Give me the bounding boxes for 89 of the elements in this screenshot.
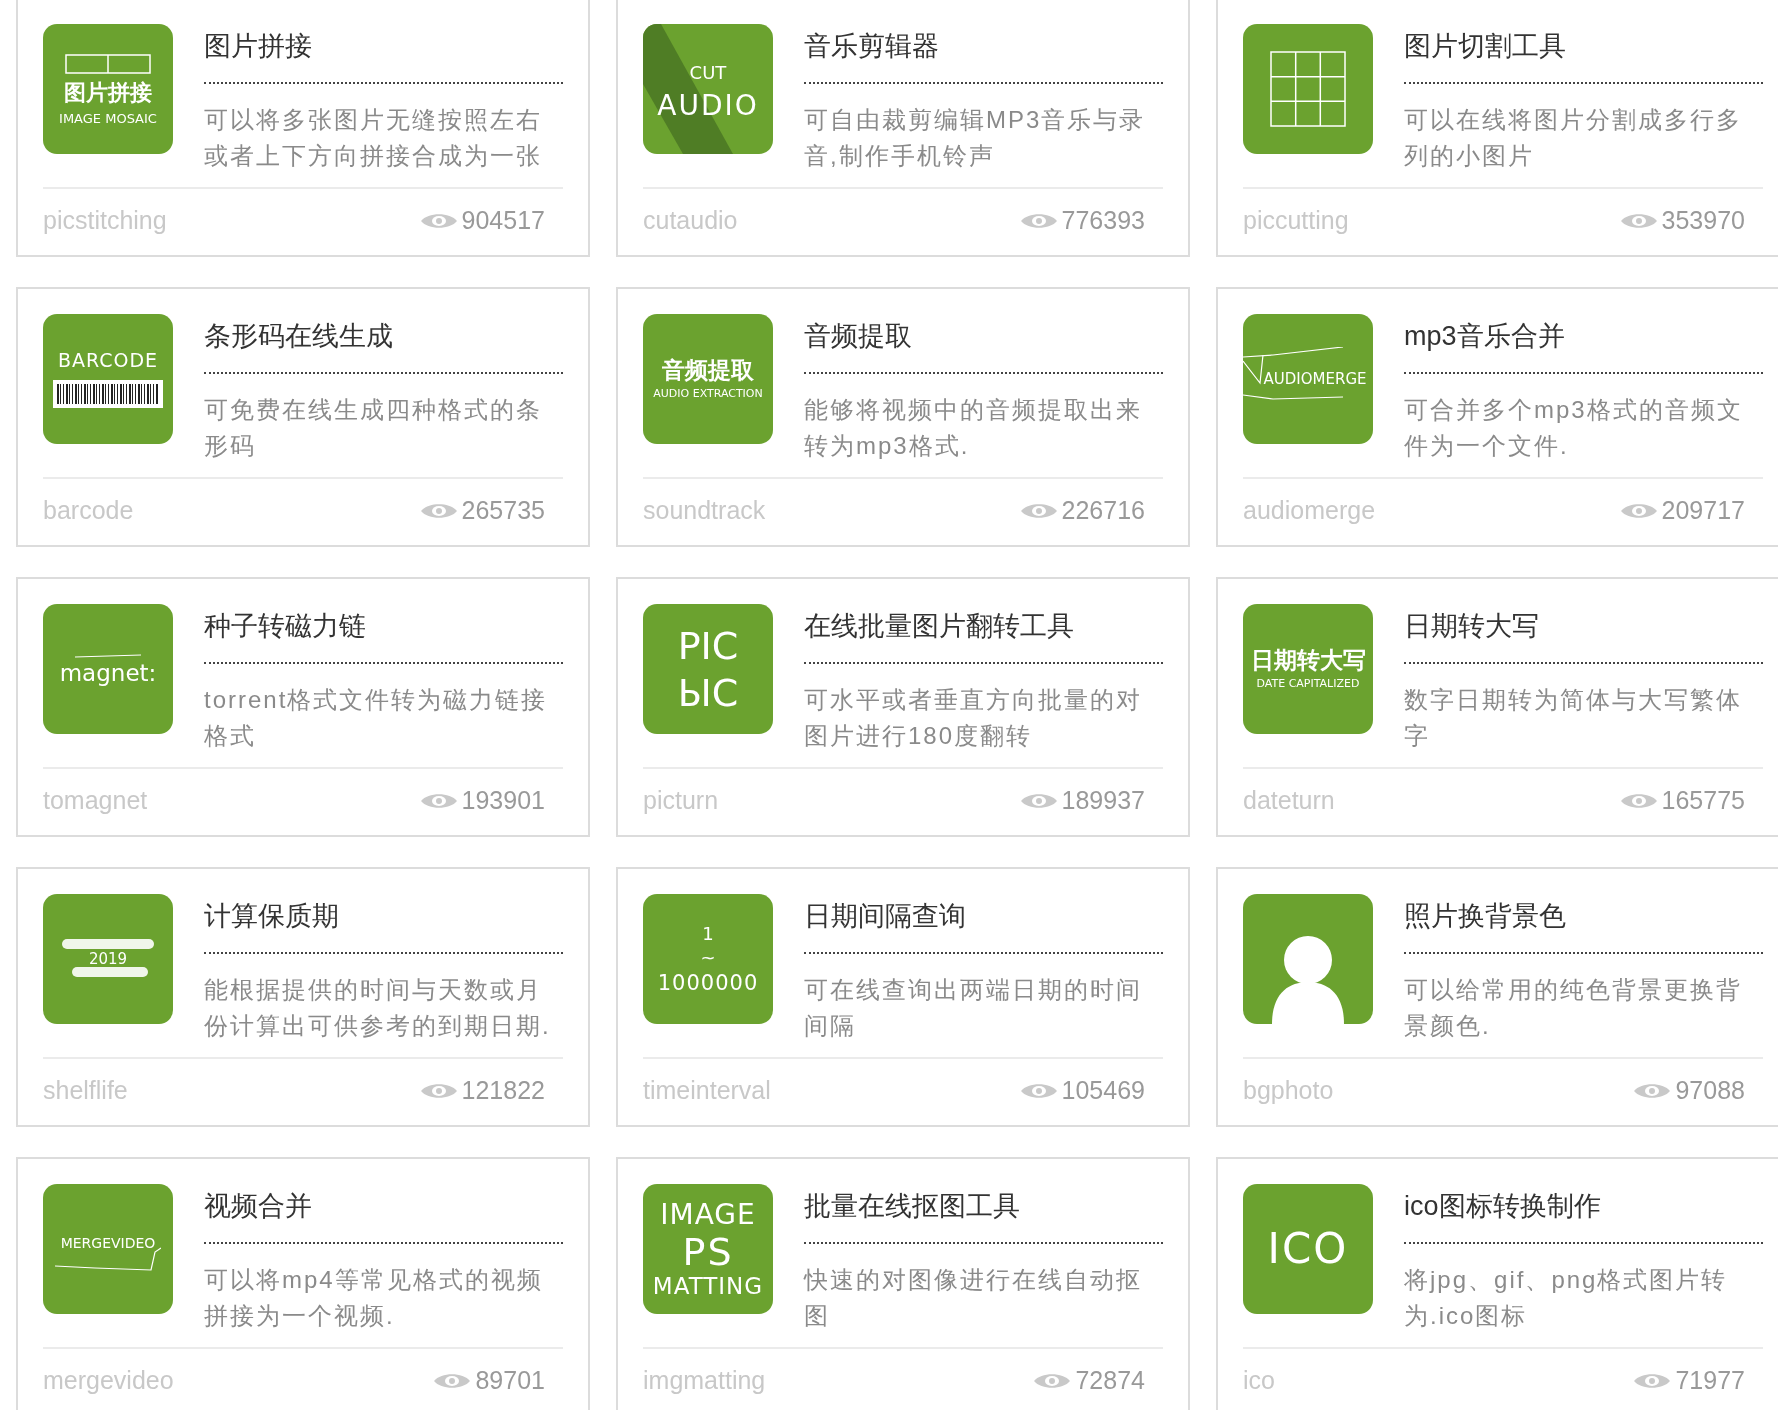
tool-description: 可自由裁剪编辑MP3音乐与录音,制作手机铃声 <box>804 105 1147 171</box>
tool-title[interactable]: 在线批量图片翻转工具 <box>804 604 1163 648</box>
eye-icon <box>1019 791 1058 811</box>
logo-text: 图片拼接 <box>64 81 152 104</box>
line-drawing <box>73 653 143 658</box>
person-icon <box>1272 934 1344 1024</box>
tool-title[interactable]: 音频提取 <box>804 314 1163 358</box>
logo-text: 2019 <box>88 952 128 967</box>
logo-text: 1 <box>702 924 714 943</box>
eye-icon <box>1633 1371 1672 1391</box>
tool-description: 可免费在线生成四种格式的条形码 <box>204 395 543 461</box>
tool-description: 可合并多个mp3格式的音频文件为一个文件. <box>1404 395 1744 461</box>
eye-icon <box>419 791 458 811</box>
tool-description: 可以将mp4等常见格式的视频拼接为一个视频. <box>204 1265 544 1331</box>
eye-icon <box>419 211 458 231</box>
logo-text: DATE CAPITALIZED <box>1256 678 1360 689</box>
eye-icon <box>419 501 458 521</box>
tool-description: 可在线查询出两端日期的时间间隔 <box>804 975 1143 1041</box>
logo-text: ICO <box>1267 1228 1349 1270</box>
view-count: 121822 <box>461 1075 545 1107</box>
eye-icon <box>419 1081 458 1101</box>
logo-text: 音频提取 <box>662 359 754 382</box>
tool-description: torrent格式文件转为磁力链接格式 <box>204 685 549 751</box>
view-count: 904517 <box>461 205 545 237</box>
eye-icon <box>1619 501 1658 521</box>
tool-title[interactable]: 日期间隔查询 <box>804 894 1163 938</box>
logo-text: CUT <box>689 64 727 82</box>
tool-title[interactable]: 种子转磁力链 <box>204 604 563 648</box>
tool-description: 能根据提供的时间与天数或月份计算出可供参考的到期日期. <box>204 975 552 1041</box>
logo-text: magnet: <box>59 661 157 685</box>
logo-text: AUDIOMERGE <box>1263 371 1367 387</box>
logo-text: MATTING <box>652 1274 764 1298</box>
tool-title[interactable]: 批量在线抠图工具 <box>804 1184 1163 1228</box>
tool-description: 能够将视频中的音频提取出来转为mp3格式. <box>804 395 1143 461</box>
eye-icon <box>1619 791 1658 811</box>
tool-description: 可以在线将图片分割成多行多列的小图片 <box>1404 105 1743 171</box>
logo-text: IMAGE <box>660 1200 756 1229</box>
eye-icon <box>1033 1371 1072 1391</box>
view-count: 209717 <box>1661 495 1745 527</box>
view-count: 71977 <box>1675 1365 1745 1397</box>
grid-icon <box>1270 51 1346 127</box>
view-count: 353970 <box>1661 205 1745 237</box>
tool-logo[interactable] <box>1243 24 1373 154</box>
logo-text: PS <box>682 1232 734 1271</box>
logo-text: BARCODE <box>57 350 159 370</box>
view-count: 776393 <box>1061 205 1145 237</box>
logo-text: AUDIO EXTRACTION <box>653 388 763 399</box>
logo-text: PIC <box>677 673 739 711</box>
logo-text: 1000000 <box>657 972 759 994</box>
view-count: 226716 <box>1061 495 1145 527</box>
tool-title[interactable]: 图片切割工具 <box>1404 24 1763 68</box>
frame-icon <box>65 53 151 74</box>
eye-icon <box>1019 1081 1058 1101</box>
eye-icon <box>433 1371 472 1391</box>
logo-text: ~ <box>700 948 716 967</box>
eye-icon <box>1019 211 1058 231</box>
tool-title[interactable]: 视频合并 <box>204 1184 563 1228</box>
tool-title[interactable]: 图片拼接 <box>204 24 563 68</box>
tool-logo[interactable] <box>1243 894 1373 1024</box>
tool-description: 可以将多张图片无缝按照左右或者上下方向拼接合成为一张 <box>204 105 543 171</box>
view-count: 265735 <box>461 495 545 527</box>
tool-title[interactable]: 日期转大写 <box>1404 604 1763 648</box>
logo-text: IMAGE MOSAIC <box>59 111 157 125</box>
logo-text: PIC <box>677 627 739 665</box>
tool-description: 快速的对图像进行在线自动抠图 <box>804 1265 1143 1331</box>
barcode-icon <box>53 379 163 408</box>
eye-icon <box>1019 501 1058 521</box>
logo-text: 日期转大写 <box>1250 649 1366 672</box>
tool-description: 数字日期转为简体与大写繁体字 <box>1404 685 1743 751</box>
tool-title[interactable]: 计算保质期 <box>204 894 563 938</box>
view-count: 193901 <box>461 785 545 817</box>
logo-text: MERGEVIDEO <box>60 1236 156 1250</box>
eye-icon <box>1633 1081 1672 1101</box>
tool-title[interactable]: 条形码在线生成 <box>204 314 563 358</box>
logo-text: AUDIO <box>657 92 759 120</box>
tool-title[interactable]: ico图标转换制作 <box>1404 1184 1763 1228</box>
tool-description: 可以给常用的纯色背景更换背景颜色. <box>1404 975 1743 1041</box>
view-count: 97088 <box>1675 1075 1745 1107</box>
tool-title[interactable]: 照片换背景色 <box>1404 894 1763 938</box>
view-count: 165775 <box>1661 785 1745 817</box>
tool-description: 可水平或者垂直方向批量的对图片进行180度翻转 <box>804 685 1143 751</box>
view-count: 89701 <box>475 1365 545 1397</box>
tool-title[interactable]: mp3音乐合并 <box>1404 314 1763 358</box>
view-count: 189937 <box>1061 785 1145 817</box>
tool-description: 将jpg、gif、png格式图片转为.ico图标 <box>1404 1265 1729 1331</box>
view-count: 105469 <box>1061 1075 1145 1107</box>
eye-icon <box>1619 211 1658 231</box>
view-count: 72874 <box>1075 1365 1145 1397</box>
tool-title[interactable]: 音乐剪辑器 <box>804 24 1163 68</box>
